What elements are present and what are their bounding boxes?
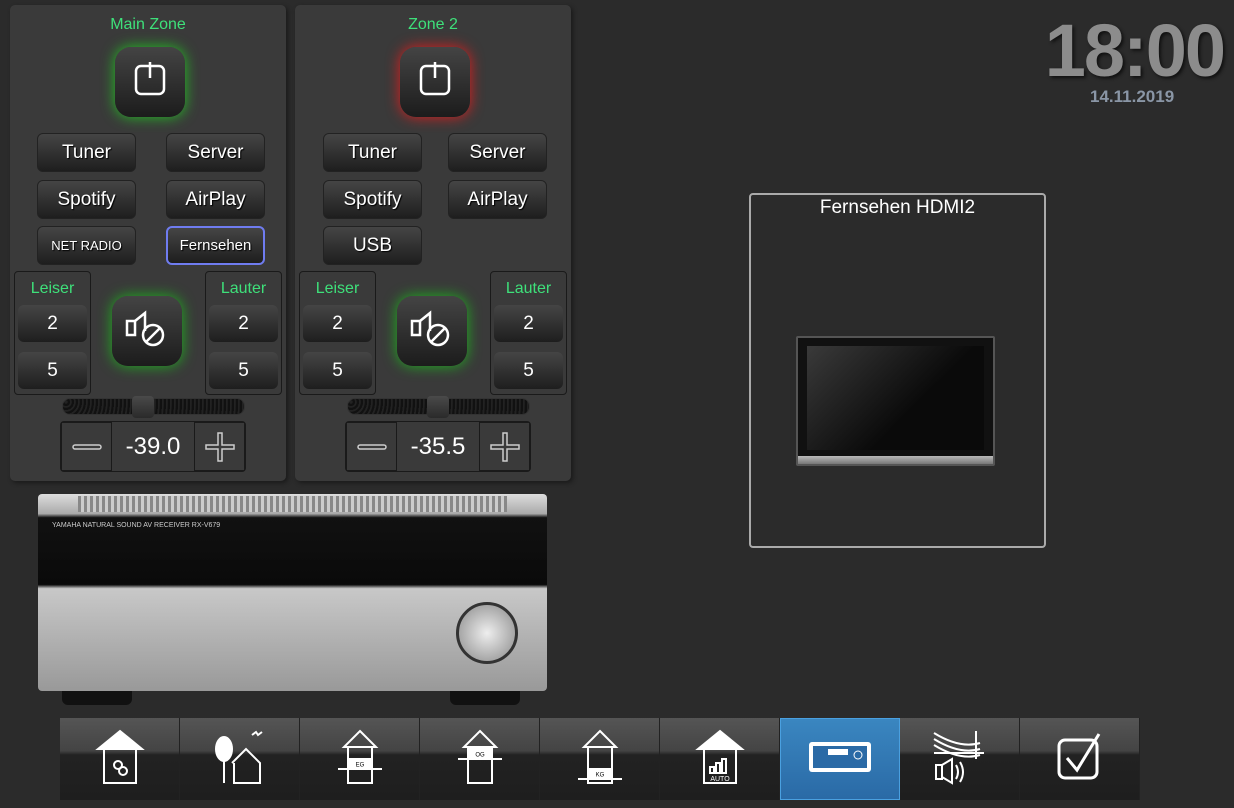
volume-stepper: -35.5 [345,421,531,472]
nav-house-settings-button[interactable] [60,718,180,800]
source-button-server[interactable]: Server [166,133,265,172]
zone-title: Main Zone [110,16,186,33]
volume-down-2-button[interactable]: 2 [18,305,87,342]
leiser-label: Leiser [30,280,75,297]
mute-button[interactable] [397,296,467,366]
volume-slider[interactable] [62,396,245,418]
source-button-usb[interactable]: USB [323,226,422,265]
source-button-airplay[interactable]: AirPlay [166,180,265,219]
svg-text:EG: EG [355,762,364,768]
nav-audio-multiroom-button[interactable] [900,718,1020,800]
volume-value: -35.5 [410,432,466,460]
nav-eg-button[interactable]: EG [300,718,420,800]
source-button-fernsehen[interactable]: Fernsehen [166,226,265,265]
av-receiver-icon [808,741,872,778]
house-garden-icon [210,729,270,790]
volume-up-group: Lauter 2 5 [490,271,567,395]
main-zone-panel: Main Zone Tuner Server Spotify AirPlay NET R… [10,5,286,481]
power-icon [132,61,168,103]
volume-value: -39.0 [125,432,181,460]
source-button-tuner[interactable]: Tuner [323,133,422,172]
source-button-airplay[interactable]: AirPlay [448,180,547,219]
minus-icon [356,443,387,450]
slider-thumb[interactable] [132,396,155,418]
receiver-foot [62,691,132,705]
power-icon [417,61,453,103]
volume-minus-button[interactable] [61,422,112,471]
svg-text:KG: KG [595,772,604,778]
zone-title: Zone 2 [408,16,458,33]
volume-knob [456,602,518,664]
tv-panel-title: Fernsehen HDMI2 [819,197,976,218]
clock-time: 18:00 [1044,9,1226,92]
volume-stepper: -39.0 [60,421,246,472]
house-auto-icon: AUTO [690,729,750,790]
nav-garden-button[interactable] [180,718,300,800]
volume-plus-button[interactable] [194,422,245,471]
zone-2-panel: Zone 2 Tuner Server Spotify AirPlay USB Leise… [295,5,571,481]
minus-icon [71,443,102,450]
volume-down-group: Leiser 2 5 [299,271,376,395]
nav-og-button[interactable]: OG [420,718,540,800]
nav-receiver-button[interactable] [780,718,900,800]
speaker-waves-icon [930,729,990,790]
volume-up-5-button[interactable]: 5 [494,352,563,389]
svg-text:AUTO: AUTO [710,776,730,783]
checkbox-icon [1055,732,1105,787]
source-button-server[interactable]: Server [448,133,547,172]
source-button-net-radio[interactable]: NET RADIO [37,226,136,265]
nav-kg-button[interactable]: KG [540,718,660,800]
volume-up-2-button[interactable]: 2 [494,305,563,342]
volume-up-2-button[interactable]: 2 [209,305,278,342]
svg-text:OG: OG [475,752,485,758]
volume-up-group: Lauter 2 5 [205,271,282,395]
av-receiver-image: YAMAHA NATURAL SOUND AV RECEIVER RX-V679 [38,494,547,691]
source-button-spotify[interactable]: Spotify [37,180,136,219]
slider-thumb[interactable] [426,396,449,418]
floor-eg-icon: EG [330,729,390,790]
volume-slider[interactable] [347,396,530,418]
power-button[interactable] [115,47,185,117]
tv-panel[interactable]: Fernsehen HDMI2 [749,193,1046,548]
nav-tasks-button[interactable] [1020,718,1140,800]
floor-og-icon: OG [450,729,510,790]
mute-icon [125,309,169,354]
volume-down-group: Leiser 2 5 [14,271,91,395]
tv-image [796,336,995,466]
source-button-tuner[interactable]: Tuner [37,133,136,172]
clock-date: 14.11.2019 [1090,87,1175,106]
power-button[interactable] [400,47,470,117]
mute-button[interactable] [112,296,182,366]
bottom-nav: EG OG KG AUTO [60,718,1140,800]
volume-down-5-button[interactable]: 5 [18,352,87,389]
source-button-spotify[interactable]: Spotify [323,180,422,219]
lauter-label: Lauter [505,280,552,297]
receiver-brand: YAMAHA NATURAL SOUND AV RECEIVER RX-V679 [52,522,221,529]
mute-icon [410,309,454,354]
house-gears-icon [90,729,150,790]
floor-kg-icon: KG [570,729,630,790]
volume-plus-button[interactable] [479,422,530,471]
receiver-foot [450,691,520,705]
nav-auto-button[interactable]: AUTO [660,718,780,800]
receiver-vents [78,496,507,512]
plus-icon [204,431,235,462]
lauter-label: Lauter [220,280,267,297]
volume-up-5-button[interactable]: 5 [209,352,278,389]
leiser-label: Leiser [315,280,360,297]
volume-down-2-button[interactable]: 2 [303,305,372,342]
plus-icon [489,431,520,462]
volume-down-5-button[interactable]: 5 [303,352,372,389]
volume-minus-button[interactable] [346,422,397,471]
